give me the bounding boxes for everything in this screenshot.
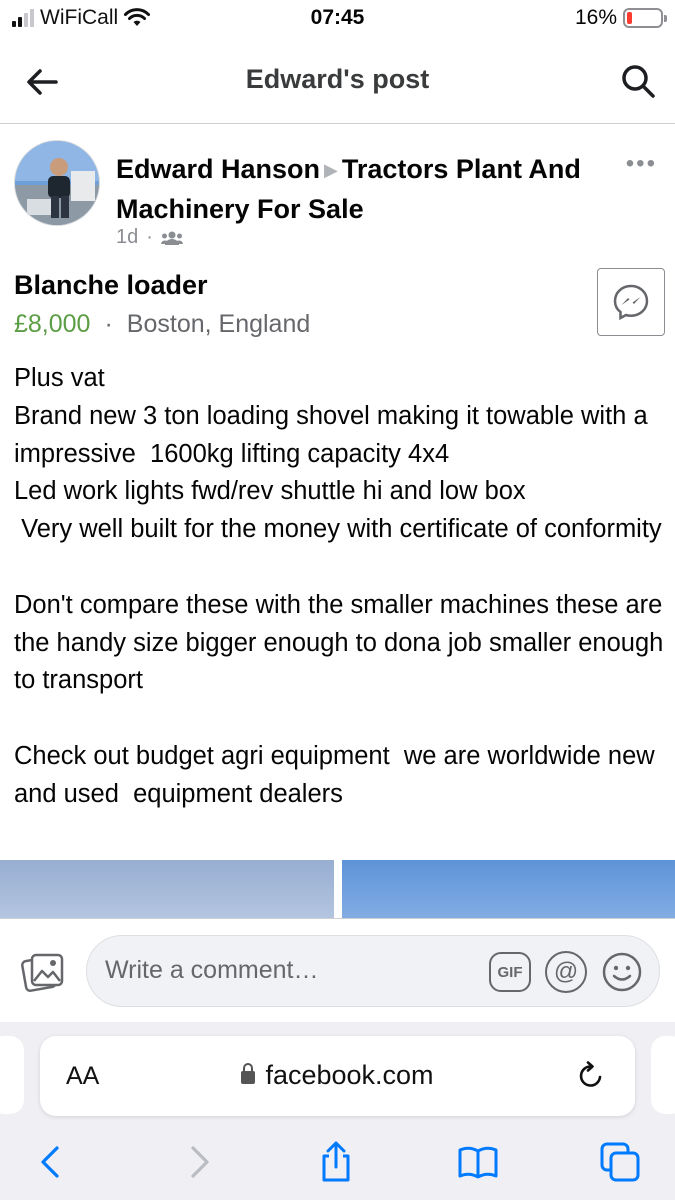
comment-input[interactable]: Write a comment… GIF @ bbox=[86, 935, 660, 1007]
forward-icon[interactable] bbox=[176, 1140, 220, 1184]
page-title: Edward's post bbox=[245, 64, 430, 94]
url-text: facebook.com bbox=[265, 1060, 434, 1090]
messenger-button[interactable] bbox=[597, 268, 665, 336]
mention-icon[interactable]: @ bbox=[545, 951, 587, 993]
status-bar: WiFiCall 07:45 16% bbox=[0, 0, 675, 38]
listing-title: Blanche loader bbox=[14, 270, 208, 300]
photo-icon[interactable] bbox=[20, 949, 66, 995]
listing-description: Plus vat Brand new 3 ton loading shovel … bbox=[14, 364, 664, 808]
reload-icon[interactable] bbox=[575, 1060, 607, 1092]
listing-subtitle: £8,000 · Boston, England bbox=[14, 310, 310, 339]
triangle-right-icon: ▶ bbox=[324, 160, 338, 180]
comment-bar: Write a comment… GIF @ bbox=[0, 918, 675, 1022]
battery-percent: 16% bbox=[574, 6, 617, 29]
comment-input-icons: GIF @ bbox=[489, 951, 643, 993]
search-icon[interactable] bbox=[617, 60, 659, 102]
share-icon[interactable] bbox=[314, 1140, 358, 1184]
browser-chrome: AA facebook.com bbox=[0, 1022, 675, 1200]
url-display[interactable]: facebook.com bbox=[40, 1060, 635, 1091]
post-meta: 1d · bbox=[116, 226, 183, 249]
listing-location: Boston, England bbox=[126, 310, 311, 338]
post-author: Edward Hanson ▶ Tractors Plant And Machine… bbox=[116, 150, 596, 229]
emoji-icon[interactable] bbox=[601, 951, 643, 993]
author-name[interactable]: Edward Hanson bbox=[116, 154, 320, 184]
meta-separator: · bbox=[146, 226, 153, 248]
group-icon bbox=[160, 231, 183, 245]
lock-icon bbox=[241, 1063, 256, 1084]
more-options-button[interactable]: ••• bbox=[626, 150, 657, 178]
nav-header: Edward's post bbox=[0, 40, 675, 124]
bookmarks-icon[interactable] bbox=[456, 1140, 500, 1184]
post-time[interactable]: 1d bbox=[116, 226, 138, 249]
price-separator: · bbox=[104, 310, 113, 338]
avatar[interactable] bbox=[14, 140, 100, 226]
address-bar[interactable]: AA facebook.com bbox=[40, 1036, 635, 1116]
listing-price: £8,000 bbox=[14, 310, 91, 338]
comment-placeholder: Write a comment… bbox=[105, 956, 319, 984]
status-time: 07:45 bbox=[310, 6, 365, 29]
gif-icon[interactable]: GIF bbox=[489, 952, 531, 992]
messenger-icon bbox=[613, 284, 649, 321]
previous-tab[interactable] bbox=[0, 1036, 24, 1114]
battery-level bbox=[627, 12, 632, 24]
next-tab[interactable] bbox=[651, 1036, 675, 1114]
back-icon[interactable] bbox=[30, 1140, 74, 1184]
status-right: 16% bbox=[574, 6, 667, 30]
tabs-icon[interactable] bbox=[598, 1140, 642, 1184]
battery-icon bbox=[623, 8, 667, 28]
browser-toolbar bbox=[0, 1132, 675, 1192]
